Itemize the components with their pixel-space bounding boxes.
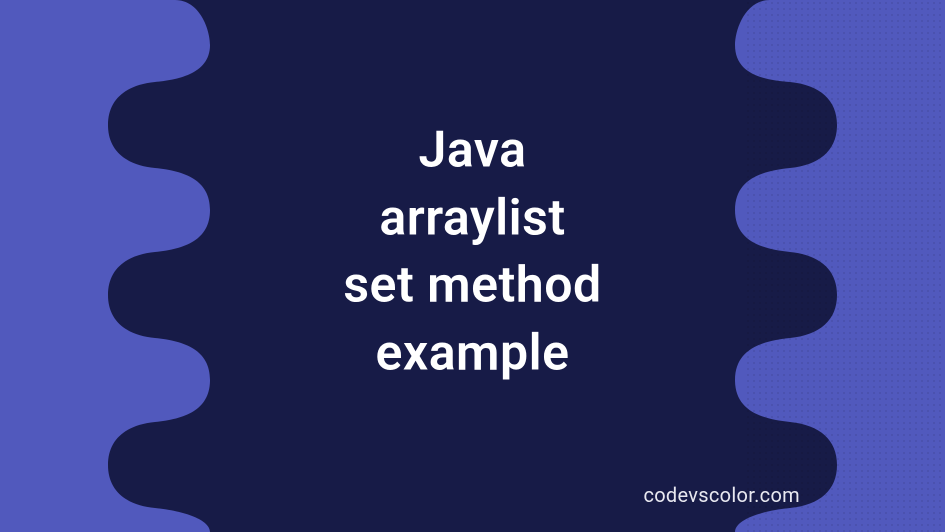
title-line-3: set method: [343, 257, 601, 315]
title-line-2: arraylist: [379, 189, 565, 247]
banner-container: Java arraylist set method example codevs…: [0, 0, 945, 532]
site-watermark: codevscolor.com: [643, 483, 800, 507]
title-line-4: example: [375, 324, 569, 382]
halftone-dots: [745, 0, 945, 532]
title-line-1: Java: [419, 122, 527, 180]
banner-title: Java arraylist set method example: [343, 118, 601, 388]
